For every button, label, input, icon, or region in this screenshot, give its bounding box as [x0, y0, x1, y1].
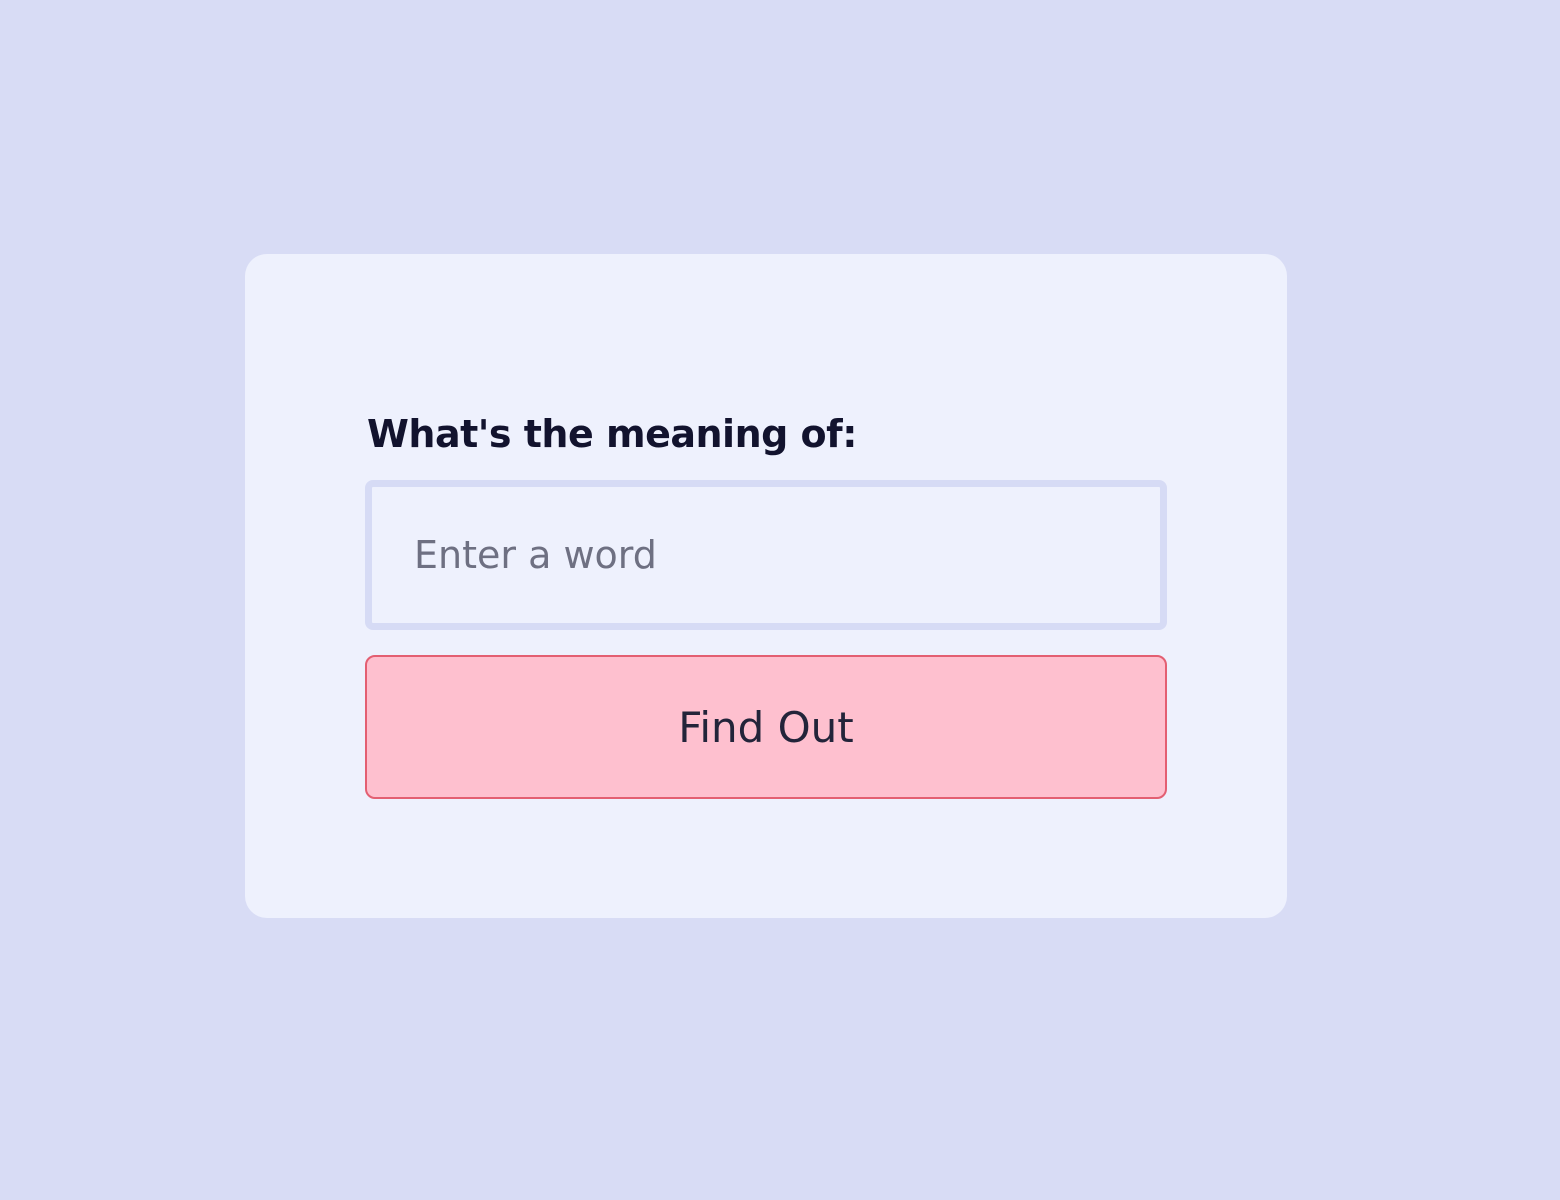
find-out-button[interactable]: Find Out	[365, 655, 1167, 799]
word-input[interactable]	[365, 480, 1167, 630]
dictionary-card: What's the meaning of: Find Out	[245, 254, 1287, 918]
word-question-label: What's the meaning of:	[367, 412, 857, 456]
